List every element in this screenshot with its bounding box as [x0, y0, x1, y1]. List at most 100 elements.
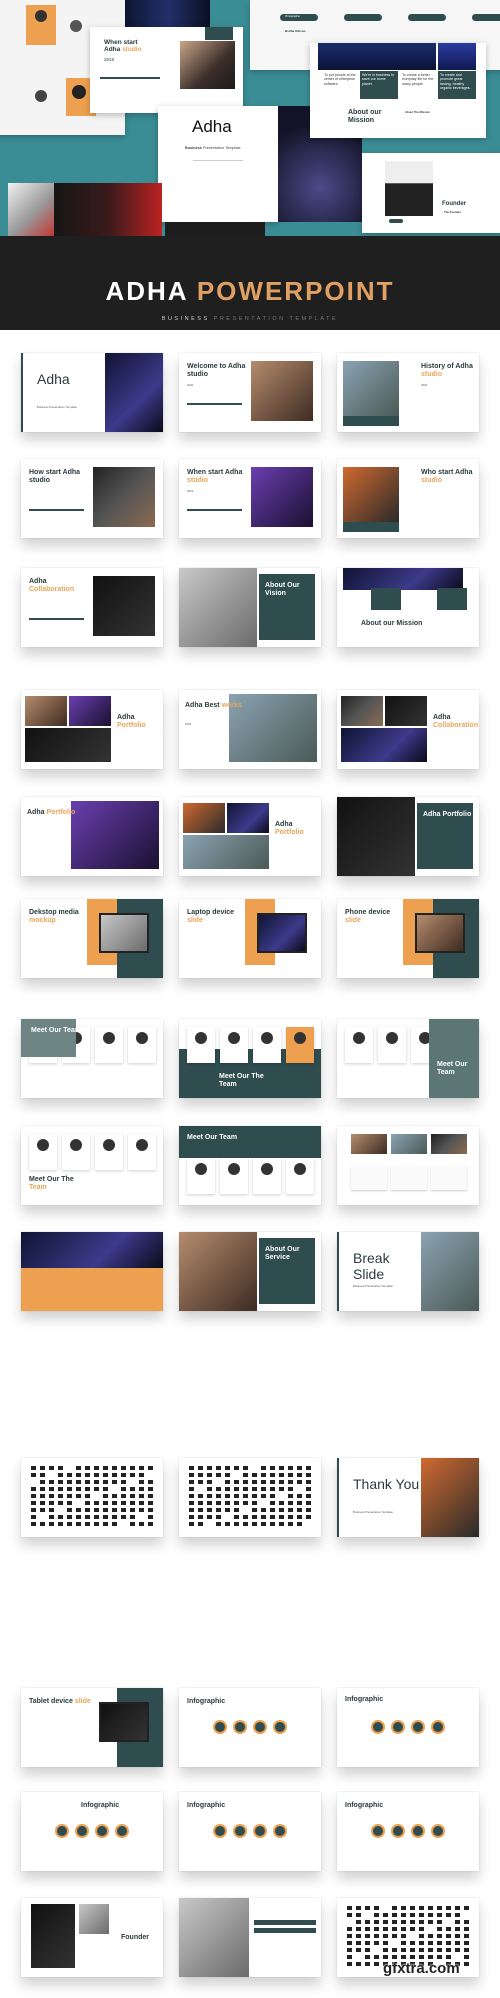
slide-thumbnail[interactable]: About our Mission [337, 568, 479, 647]
icon-glyph [261, 1522, 266, 1526]
icon-glyph [374, 1955, 379, 1959]
banner-title-accent: POWERPOINT [196, 276, 395, 306]
icon-glyph [103, 1466, 108, 1470]
when-start-accent: studio [122, 46, 142, 54]
team-card [187, 1158, 215, 1194]
card [351, 1166, 387, 1190]
slide-thumbnail[interactable]: Adha Business Presentation Template [21, 353, 163, 432]
slide-thumbnail[interactable]: Infographic [21, 1792, 163, 1871]
slide-thumbnail[interactable]: Meet Our The Team [179, 1019, 321, 1098]
slide-thumbnail[interactable]: Infographic [337, 1792, 479, 1871]
icon-glyph [58, 1501, 63, 1505]
icon-glyph [419, 1934, 424, 1938]
icon-glyph [464, 1934, 469, 1938]
icon-glyph [40, 1487, 45, 1491]
icon-glyph [437, 1955, 442, 1959]
icon-glyph [243, 1473, 248, 1477]
slide-thumbnail[interactable]: Tablet device slide [21, 1688, 163, 1767]
slide-thumbnail[interactable] [337, 1126, 479, 1205]
icon-glyph [455, 1934, 460, 1938]
slide-thumbnail[interactable]: History of Adha studio 2020 [337, 353, 479, 432]
icon-glyph [67, 1480, 72, 1484]
slide-thumbnail[interactable]: Adha Portfolio [21, 690, 163, 769]
slide-thumbnail[interactable]: Founder [21, 1898, 163, 1977]
icon-glyph [243, 1487, 248, 1491]
icon-glyph [392, 1906, 397, 1910]
box [437, 588, 467, 610]
icon-glyph [139, 1522, 144, 1526]
icon-glyph [401, 1920, 406, 1924]
slide-thumbnail[interactable]: Who start Adha studio [337, 459, 479, 538]
slide-thumbnail[interactable]: Meet Our Team [179, 1126, 321, 1205]
slide-thumbnail[interactable]: Meet Our The Team [21, 1126, 163, 1205]
slide-thumbnail[interactable]: When start Adha studio 2019 [179, 459, 321, 538]
icon-glyph [198, 1522, 203, 1526]
slide-title-text: Adha Best [185, 702, 220, 709]
slide-title-text: How start Adha studio [29, 469, 81, 485]
watermark: gfxtra.com [383, 1960, 460, 1977]
slide-thumbnail[interactable]: Laptop device slide [179, 899, 321, 978]
icon-glyph [40, 1501, 45, 1505]
slide-thumbnail[interactable]: Welcome to Adha studio 2020 [179, 353, 321, 432]
icon-glyph [225, 1473, 230, 1477]
icon-glyph [279, 1473, 284, 1477]
slide-thumbnail[interactable]: Thank You Business Presentation Template [337, 1458, 479, 1537]
bar [254, 1928, 316, 1933]
icon-glyph [189, 1494, 194, 1498]
slide-thumbnail[interactable]: About Our Service [179, 1232, 321, 1311]
icon-glyph [234, 1508, 239, 1512]
slide-thumbnail[interactable]: About Our Vision [179, 568, 321, 647]
icon-glyph [270, 1522, 275, 1526]
slide-thumbnail[interactable]: Adha Best works 2019 [179, 690, 321, 769]
icon-glyph [383, 1948, 388, 1952]
photo [183, 835, 269, 869]
icon-glyph [279, 1522, 284, 1526]
icon-glyph [112, 1473, 117, 1477]
icon-glyph [419, 1906, 424, 1910]
slide-thumbnail[interactable]: Adha Portfolio [179, 797, 321, 876]
icon-glyph [374, 1927, 379, 1931]
icon-glyph [455, 1948, 460, 1952]
icon-glyph [76, 1522, 81, 1526]
icon-glyph [410, 1941, 415, 1945]
icon-glyph [207, 1487, 212, 1491]
icon-glyph [225, 1487, 230, 1491]
icon-glyph [374, 1913, 379, 1917]
slide-thumbnail[interactable]: Dekstop media mockup [21, 899, 163, 978]
slide-thumbnail[interactable]: Meet Our Team [21, 1019, 163, 1098]
slide-thumbnail[interactable] [21, 1232, 163, 1311]
slide-thumbnail[interactable]: Infographic [337, 1688, 479, 1767]
icon-glyph [455, 1913, 460, 1917]
icon-glyph [121, 1480, 126, 1484]
slide-thumbnail[interactable]: Infographic [179, 1792, 321, 1871]
infographic-node [273, 1824, 287, 1838]
team-card [253, 1027, 281, 1063]
slide-thumbnail[interactable] [179, 1898, 321, 1977]
slide-thumbnail[interactable]: Adha Portfolio [337, 797, 479, 876]
icon-glyph [139, 1508, 144, 1512]
icon-glyph [67, 1494, 72, 1498]
slide-thumbnail[interactable] [21, 1458, 163, 1537]
divider [29, 509, 84, 511]
icon-glyph [288, 1466, 293, 1470]
slide-thumbnail[interactable]: Phone device slide [337, 899, 479, 978]
founder-sub: The Founder [444, 210, 461, 214]
slide-thumbnail[interactable]: Meet Our Team [337, 1019, 479, 1098]
icon-glyph [130, 1522, 135, 1526]
slide-thumbnail[interactable] [179, 1458, 321, 1537]
slide-thumbnail[interactable]: Infographic [179, 1688, 321, 1767]
slide-thumbnail[interactable]: Adha Collaboration [21, 568, 163, 647]
icon-glyph [49, 1522, 54, 1526]
icon-glyph [198, 1494, 203, 1498]
slide-thumbnail[interactable]: Break Slide Business Presentation Templa… [337, 1232, 479, 1311]
slide-thumbnail[interactable]: Adha Collaboration [337, 690, 479, 769]
when-start-title: When start [104, 39, 138, 46]
icon-glyph [67, 1515, 72, 1519]
icon-glyph [225, 1466, 230, 1470]
infographic-node [391, 1720, 405, 1734]
slide-thumbnail[interactable]: How start Adha studio [21, 459, 163, 538]
phone-photo [54, 183, 162, 236]
slide-thumbnail[interactable]: Adha Portfolio [21, 797, 163, 876]
icon-glyph [365, 1934, 370, 1938]
slide-subtitle: 2020 [421, 383, 428, 387]
